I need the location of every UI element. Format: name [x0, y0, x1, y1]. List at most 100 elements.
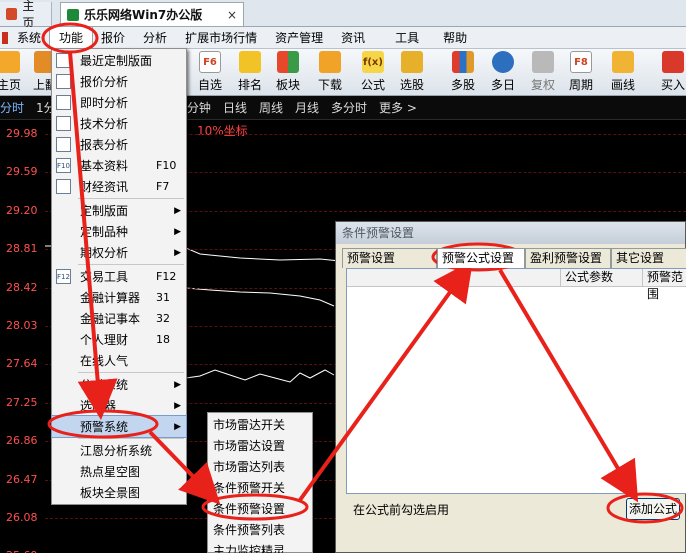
- stock-picker-icon: [401, 51, 423, 73]
- function-menu-item[interactable]: 公式系统 ▶: [52, 374, 186, 395]
- tab-profit-warning-settings[interactable]: 盈利预警设置: [525, 248, 611, 268]
- function-menu-item[interactable]: 定制版面 ▶: [52, 200, 186, 221]
- menu-function[interactable]: 功能: [49, 25, 94, 50]
- toolbar-period-button[interactable]: F8 周期: [564, 51, 598, 94]
- toolbar-stock-picker-button[interactable]: 选股: [395, 51, 429, 94]
- tab-bar: 主页 乐乐网络Win7办公版 ×: [0, 0, 686, 30]
- toolbar-sector-button[interactable]: 板块: [271, 51, 305, 94]
- tab-close-icon[interactable]: ×: [227, 8, 237, 22]
- line-icon: [56, 95, 71, 110]
- toolbar-multi-day-button[interactable]: 多日: [486, 51, 520, 94]
- function-menu-item[interactable]: 财经资讯 F7: [52, 176, 186, 197]
- formula-list-panel[interactable]: 公式参数 预警范围: [346, 268, 686, 494]
- tab-main-window[interactable]: 乐乐网络Win7办公版 ×: [60, 2, 244, 26]
- function-menu-item[interactable]: 定制品种 ▶: [52, 221, 186, 242]
- function-menu-item[interactable]: 即时分析: [52, 92, 186, 113]
- function-menu-item[interactable]: F12 交易工具 F12: [52, 266, 186, 287]
- menu-asset-management[interactable]: 资产管理: [266, 27, 332, 49]
- submenu-arrow-icon: ▶: [174, 379, 181, 390]
- tab-home[interactable]: 主页: [0, 0, 52, 30]
- function-menu-item[interactable]: 热点星空图: [52, 461, 186, 482]
- toolbar-restore-rights-button[interactable]: 复权: [526, 51, 560, 94]
- dialog-tabs: 预警设置 预警公式设置 盈利预警设置 其它设置: [342, 248, 686, 268]
- toolbar-ranking-button[interactable]: 排名: [233, 51, 267, 94]
- function-menu-item-label: 财经资讯: [80, 180, 129, 194]
- menu-system[interactable]: 系统: [8, 27, 50, 49]
- warning-submenu-item[interactable]: 市场雷达设置: [208, 435, 312, 456]
- function-menu-item[interactable]: 报价分析: [52, 71, 186, 92]
- app-logo-icon: [67, 8, 79, 21]
- menu-bar: 系统 功能 报价 分析 扩展市场行情 资产管理 资讯 工具 帮助: [0, 25, 686, 50]
- news-icon: [56, 179, 71, 194]
- toolbar-buy-button[interactable]: 买入: [656, 51, 686, 94]
- warning-submenu-item[interactable]: 主力监控精灵: [208, 540, 312, 553]
- tab-warning-settings[interactable]: 预警设置: [342, 248, 437, 268]
- function-menu-item-label: 板块全景图: [80, 486, 141, 500]
- function-menu-item[interactable]: 期权分析 ▶: [52, 242, 186, 263]
- function-menu-item[interactable]: 江恩分析系统: [52, 440, 186, 461]
- function-menu-item-label: 热点星空图: [80, 465, 141, 479]
- clock-icon: [492, 51, 514, 73]
- restore-rights-icon: [532, 51, 554, 73]
- multi-stock-chart-icon: [452, 51, 474, 73]
- function-menu-item-label: 在线人气: [80, 354, 129, 368]
- function-menu-item[interactable]: 最近定制版面: [52, 50, 186, 71]
- menu-quote[interactable]: 报价: [92, 27, 134, 49]
- menu-help[interactable]: 帮助: [434, 27, 476, 49]
- column-header-range[interactable]: 预警范围: [643, 269, 686, 301]
- function-menu-item-label: 期权分析: [80, 246, 129, 260]
- toolbar-watchlist-button[interactable]: F6 自选: [193, 51, 227, 94]
- menu-analysis[interactable]: 分析: [134, 27, 176, 49]
- add-formula-button[interactable]: 添加公式: [626, 498, 680, 520]
- function-menu-item[interactable]: 金融计算器 31: [52, 287, 186, 308]
- toolbar-home-button[interactable]: 主页: [0, 51, 26, 94]
- function-menu-item[interactable]: 板块全景图: [52, 482, 186, 503]
- function-menu-item[interactable]: 选股器 ▶: [52, 395, 186, 416]
- warning-submenu-item[interactable]: 条件预警开关: [208, 477, 312, 498]
- function-menu-item-label: 定制品种: [80, 225, 129, 239]
- column-header-blank: [347, 269, 561, 287]
- function-menu-item[interactable]: 在线人气: [52, 350, 186, 371]
- function-menu-item[interactable]: F10 基本资料 F10: [52, 155, 186, 176]
- period-intraday[interactable]: 分时: [0, 99, 24, 116]
- layout-icon: [56, 53, 71, 68]
- function-menu-item[interactable]: 金融记事本 32: [52, 308, 186, 329]
- toolbar-multi-stock-button[interactable]: 多股: [446, 51, 480, 94]
- column-header-params[interactable]: 公式参数: [561, 269, 643, 287]
- sector-blocks-icon: [277, 51, 299, 73]
- menu-extended-market[interactable]: 扩展市场行情: [176, 27, 266, 49]
- toolbar-download-button[interactable]: 下载: [313, 51, 347, 94]
- function-menu-item-label: 报表分析: [80, 138, 129, 152]
- menu-shortcut: 18: [156, 333, 170, 346]
- function-menu-item[interactable]: 报表分析: [52, 134, 186, 155]
- menu-shortcut: F10: [156, 159, 177, 172]
- tab-main-label: 乐乐网络Win7办公版: [84, 8, 203, 22]
- menu-news[interactable]: 资讯: [332, 27, 374, 49]
- period-daily[interactable]: 日线: [223, 99, 247, 116]
- period-weekly[interactable]: 周线: [259, 99, 283, 116]
- function-menu-item-label: 报价分析: [80, 75, 129, 89]
- menu-shortcut: F7: [156, 180, 170, 193]
- period-monthly[interactable]: 月线: [295, 99, 319, 116]
- submenu-arrow-icon: ▶: [174, 247, 181, 258]
- price-line-mid: [185, 287, 335, 307]
- home-icon: [0, 51, 20, 73]
- warning-submenu-item[interactable]: 条件预警列表: [208, 519, 312, 540]
- period-multi-intraday[interactable]: 多分时: [331, 99, 367, 116]
- tab-other-settings[interactable]: 其它设置: [611, 248, 686, 268]
- tab-warning-formula-settings[interactable]: 预警公式设置: [437, 248, 525, 268]
- function-menu-item[interactable]: 技术分析: [52, 113, 186, 134]
- function-menu-item[interactable]: 预警系统 ▶: [51, 415, 187, 438]
- warning-submenu-item[interactable]: 市场雷达列表: [208, 456, 312, 477]
- menu-separator: [78, 198, 184, 199]
- warning-submenu-item[interactable]: 条件预警设置: [208, 498, 312, 519]
- toolbar-formula-button[interactable]: f(x) 公式: [356, 51, 390, 94]
- function-menu-item-label: 最近定制版面: [80, 54, 153, 68]
- toolbar-draw-button[interactable]: 画线: [606, 51, 640, 94]
- period-more[interactable]: 更多 >: [379, 99, 417, 116]
- submenu-arrow-icon: ▶: [174, 226, 181, 237]
- menu-tools[interactable]: 工具: [386, 27, 428, 49]
- warning-submenu-item[interactable]: 市场雷达开关: [208, 414, 312, 435]
- function-menu-item[interactable]: 个人理财 18: [52, 329, 186, 350]
- menu-separator: [78, 438, 184, 439]
